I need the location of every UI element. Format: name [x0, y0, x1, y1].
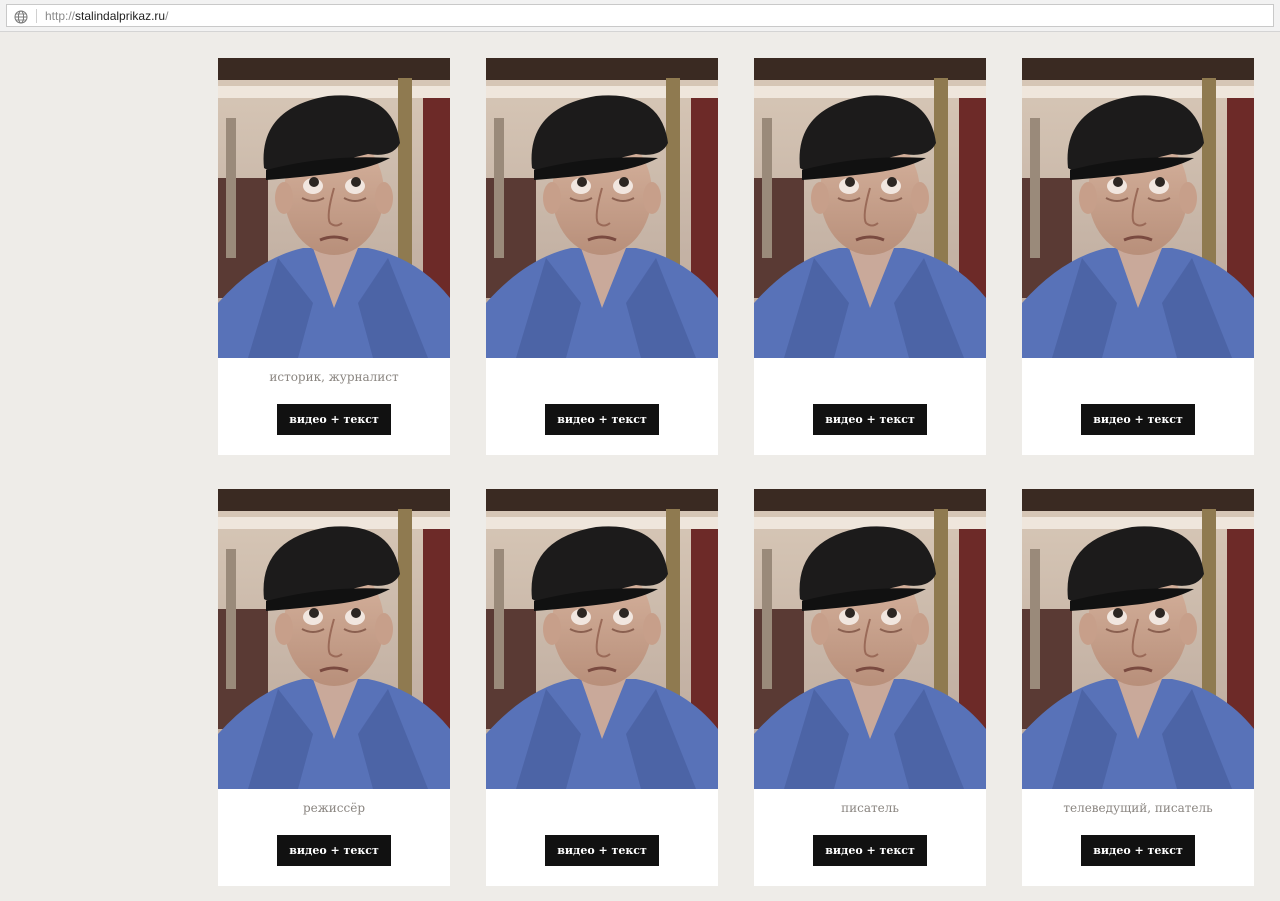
video-text-button[interactable]: видео + текст — [1081, 404, 1195, 435]
browser-toolbar: http://stalindalprikaz.ru/ — [0, 0, 1280, 32]
person-photo[interactable] — [754, 58, 986, 358]
globe-icon — [14, 9, 28, 24]
person-photo[interactable] — [218, 489, 450, 789]
person-role: писатель — [841, 801, 899, 815]
person-photo[interactable] — [486, 58, 718, 358]
address-divider — [36, 9, 37, 23]
person-photo[interactable] — [218, 58, 450, 358]
person-photo[interactable] — [1022, 489, 1254, 789]
person-role: историк, журналист — [269, 370, 399, 384]
video-text-button[interactable]: видео + текст — [813, 835, 927, 866]
person-card: видео + текст — [754, 58, 986, 455]
video-text-button[interactable]: видео + текст — [545, 404, 659, 435]
address-bar[interactable]: http://stalindalprikaz.ru/ — [6, 4, 1274, 27]
person-role: режиссёр — [302, 801, 366, 815]
person-card: режиссёр видео + текст — [218, 489, 450, 886]
url-text[interactable]: http://stalindalprikaz.ru/ — [45, 8, 168, 24]
person-card: видео + текст — [486, 58, 718, 455]
person-card: видео + текст — [486, 489, 718, 886]
person-photo[interactable] — [754, 489, 986, 789]
person-photo[interactable] — [1022, 58, 1254, 358]
person-card: историк, журналист видео + текст — [218, 58, 450, 455]
video-text-button[interactable]: видео + текст — [813, 404, 927, 435]
video-text-button[interactable]: видео + текст — [277, 835, 391, 866]
video-text-button[interactable]: видео + текст — [277, 404, 391, 435]
video-text-button[interactable]: видео + текст — [1081, 835, 1195, 866]
person-card: телеведущий, писатель видео + текст — [1022, 489, 1254, 886]
person-photo[interactable] — [486, 489, 718, 789]
person-card: видео + текст — [1022, 58, 1254, 455]
video-text-button[interactable]: видео + текст — [545, 835, 659, 866]
person-card: писатель видео + текст — [754, 489, 986, 886]
person-role: телеведущий, писатель — [1063, 801, 1213, 815]
